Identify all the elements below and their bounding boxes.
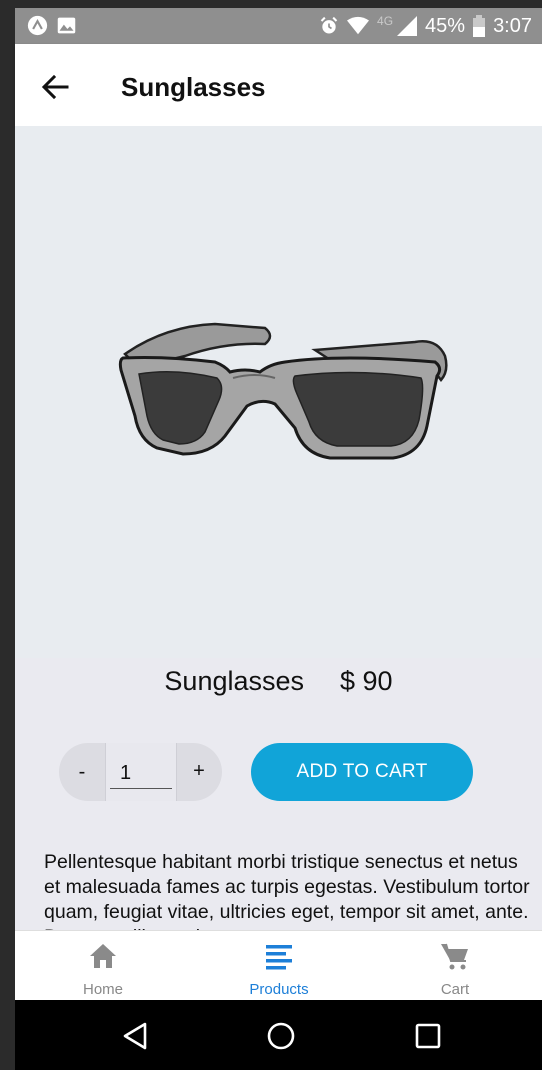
app-bar: Sunglasses [15, 44, 542, 126]
product-description: Pellentesque habitant morbi tristique se… [44, 851, 530, 930]
status-notifications [27, 15, 77, 36]
battery-icon [473, 15, 486, 37]
increase-quantity-button[interactable]: + [176, 743, 222, 801]
nav-item-home[interactable]: Home [15, 931, 191, 1001]
status-bar: 4G 45% 3:07 [15, 8, 542, 44]
signal-icon [397, 16, 418, 36]
bottom-navigation: Home Products Cart [15, 930, 542, 1000]
app-notification-icon [27, 15, 48, 36]
status-indicators: 4G 45% 3:07 [319, 8, 532, 44]
nav-label-cart: Cart [440, 981, 470, 998]
image-notification-icon [57, 17, 76, 34]
wifi-icon [347, 16, 370, 35]
quantity-field [105, 743, 177, 801]
home-icon [90, 944, 116, 968]
quantity-stepper: - + [59, 743, 222, 801]
nav-label-home: Home [82, 981, 123, 998]
nav-item-cart[interactable]: Cart [367, 931, 542, 1001]
system-navigation-bar [15, 1000, 542, 1070]
alarm-icon [320, 16, 338, 34]
decrease-quantity-button[interactable]: - [59, 743, 105, 801]
phone-screen: 4G 45% 3:07 Sunglasses Sunglasses $ 90 -… [0, 0, 542, 1070]
sunglasses-image [118, 322, 448, 460]
product-price: $ 90 [340, 666, 393, 696]
page-title: Sunglasses [121, 72, 266, 102]
cart-icon [441, 943, 468, 970]
back-arrow-icon[interactable] [39, 71, 71, 103]
product-name: Sunglasses [164, 666, 305, 696]
system-home-icon[interactable] [265, 1020, 297, 1052]
nav-item-products[interactable]: Products [191, 931, 367, 1001]
quantity-input[interactable] [110, 759, 172, 789]
network-type: 4G [377, 14, 394, 28]
nav-label-products: Products [249, 981, 309, 998]
product-image-area [15, 126, 542, 658]
name-price-row: Sunglasses $ 90 [15, 666, 542, 697]
battery-percent: 45% [425, 14, 466, 37]
product-details: Sunglasses $ 90 - + ADD TO CART Pellentes… [15, 658, 542, 930]
add-to-cart-button[interactable]: ADD TO CART [251, 743, 473, 801]
list-icon [266, 945, 292, 970]
clock: 3:07 [493, 14, 532, 37]
system-recents-icon[interactable] [412, 1020, 444, 1052]
system-back-icon[interactable] [119, 1020, 151, 1052]
